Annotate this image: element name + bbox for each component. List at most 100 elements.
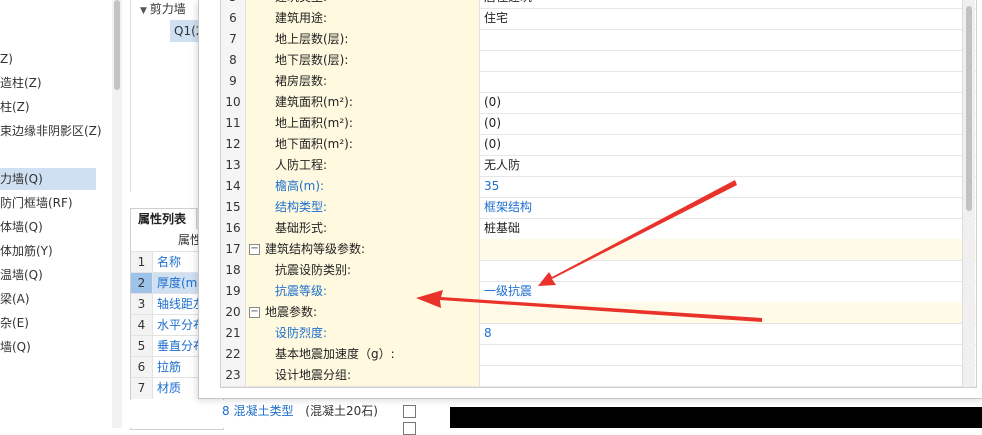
property-value-cell[interactable] — [480, 71, 976, 92]
property-value-cell[interactable] — [480, 29, 976, 50]
row-number: 16 — [221, 218, 246, 239]
property-value-cell[interactable]: (0) — [480, 92, 976, 113]
property-name-cell: 地上面积(m²): — [246, 113, 480, 134]
grid-row[interactable]: 6 建筑用途: 住宅 — [221, 8, 976, 30]
grid-row[interactable]: 11 地上面积(m²): (0) — [221, 113, 976, 135]
property-value-cell[interactable]: 35 — [480, 176, 976, 197]
property-row-number: 7 — [131, 378, 153, 399]
grid-row[interactable]: 21 设防烈度: 8 — [221, 323, 976, 345]
row-number: 13 — [221, 155, 246, 176]
component-list-item[interactable]: 温墙(Q) — [0, 264, 43, 286]
scroll-thumb[interactable] — [966, 6, 972, 211]
property-name-label: 建筑结构等级参数: — [265, 242, 366, 256]
property-name-cell: 设防烈度: — [246, 323, 480, 344]
property-name-label: 地下面积(m²): — [275, 137, 353, 151]
property-name-label: 抗震等级: — [275, 284, 328, 298]
property-row-number: 5 — [131, 336, 153, 357]
component-list-item[interactable]: Z) — [0, 48, 13, 70]
tab-property-list[interactable]: 属性列表 — [131, 209, 197, 229]
grid-row[interactable]: 18 抗震设防类别: — [221, 260, 976, 282]
component-list-item[interactable]: 造柱(Z) — [0, 72, 42, 94]
component-list-item[interactable]: 力墙(Q) — [0, 168, 96, 190]
property-value-cell[interactable] — [480, 50, 976, 71]
property-name-label: 设计地震分组: — [275, 368, 352, 382]
checkbox[interactable] — [403, 422, 416, 435]
property-name-cell: 地上层数(层): — [246, 29, 480, 50]
collapse-triangle-icon[interactable]: ▼ — [140, 6, 150, 16]
property-row-name: 拉筋 — [157, 360, 182, 374]
grid-row[interactable]: 15 结构类型: 框架结构 — [221, 197, 976, 219]
property-row-name: 名称 — [157, 255, 182, 269]
property-name-label: 地震参数: — [265, 305, 318, 319]
property-value-cell[interactable] — [480, 302, 976, 323]
component-list-item[interactable]: 束边缘非阴影区(Z) — [0, 120, 102, 142]
component-list-item[interactable]: 柱(Z) — [0, 96, 30, 118]
component-list-item[interactable]: 墙(Q) — [0, 336, 31, 358]
property-value-cell[interactable] — [480, 239, 976, 260]
property-value-cell[interactable] — [480, 365, 976, 386]
property-value-cell[interactable]: 8 — [480, 323, 976, 344]
property-name-cell: 设计地震分组: — [246, 365, 480, 386]
grid-row[interactable]: 10 建筑面积(m²): (0) — [221, 92, 976, 114]
property-name-label: 基本地震加速度（g）: — [275, 347, 395, 361]
grid-row[interactable]: 9 裙房层数: — [221, 71, 976, 93]
property-row-8-value: (混凝土20石) — [305, 404, 378, 418]
grid-row[interactable]: 19 抗震等级: 一级抗震 — [221, 281, 976, 303]
grid-row[interactable]: 22 基本地震加速度（g）: — [221, 344, 976, 366]
property-name-label: 地下层数(层): — [275, 53, 349, 67]
collapse-toggle-icon[interactable]: − — [249, 307, 260, 318]
property-value-cell[interactable]: 桩基础 — [480, 218, 976, 239]
row-number: 10 — [221, 92, 246, 113]
grid-row[interactable]: 7 地上层数(层): — [221, 29, 976, 51]
row-number: 19 — [221, 281, 246, 302]
grid-row[interactable]: 23 设计地震分组: — [221, 365, 976, 387]
property-name-cell: 地下层数(层): — [246, 50, 480, 71]
property-value-cell[interactable]: (0) — [480, 113, 976, 134]
property-name-label: 抗震设防类别: — [275, 263, 352, 277]
property-row-number: 6 — [131, 357, 153, 378]
property-value-cell[interactable]: 居住建筑 — [480, 0, 976, 8]
property-name-label: 建筑面积(m²): — [275, 95, 353, 109]
component-list-item[interactable]: 防门框墙(RF) — [0, 192, 73, 214]
grid-row[interactable]: 8 地下层数(层): — [221, 50, 976, 72]
property-value-cell[interactable]: 框架结构 — [480, 197, 976, 218]
property-value-cell[interactable] — [480, 260, 976, 281]
grid-row[interactable]: 12 地下面积(m²): (0) — [221, 134, 976, 156]
property-value-cell[interactable]: 无人防 — [480, 155, 976, 176]
black-canvas-area — [450, 407, 982, 428]
row-number: 12 — [221, 134, 246, 155]
property-name-label: 裙房层数: — [275, 74, 328, 88]
project-info-grid: 5 建筑类型: 居住建筑 6 建筑用途: 住宅 7 地上层数(层): 8 地下层数(层): 9 裙房层… — [220, 0, 977, 388]
grid-group-row[interactable]: 17− 建筑结构等级参数: — [221, 239, 976, 261]
row-number: 11 — [221, 113, 246, 134]
grid-row[interactable]: 14 檐高(m): 35 — [221, 176, 976, 198]
component-list-item[interactable]: 梁(A) — [0, 288, 30, 310]
property-name-cell: 建筑面积(m²): — [246, 92, 480, 113]
component-list-item[interactable]: 体墙(Q) — [0, 216, 43, 238]
row-number: 9 — [221, 71, 246, 92]
property-name-cell: − 建筑结构等级参数: — [246, 239, 480, 260]
property-name-cell: 檐高(m): — [246, 176, 480, 197]
property-row-number: 2 — [131, 273, 153, 294]
row-number: 22 — [221, 344, 246, 365]
grid-group-row[interactable]: 20− 地震参数: — [221, 302, 976, 324]
grid-row[interactable]: 16 基础形式: 桩基础 — [221, 218, 976, 240]
property-row-number: 3 — [131, 294, 153, 315]
component-list-item[interactable]: 体加筋(Y) — [0, 240, 53, 262]
property-name-cell: 建筑用途: — [246, 8, 480, 29]
component-list-scrollbar[interactable] — [112, 0, 122, 428]
grid-scrollbar[interactable] — [962, 0, 975, 387]
property-row-8-label: 8 混凝土类型 — [222, 404, 294, 418]
row-number: 17 — [221, 239, 246, 260]
scroll-thumb[interactable] — [114, 0, 120, 90]
property-value-cell[interactable]: 住宅 — [480, 8, 976, 29]
property-value-cell[interactable]: (0) — [480, 134, 976, 155]
grid-row[interactable]: 13 人防工程: 无人防 — [221, 155, 976, 177]
property-value-cell[interactable]: 一级抗震 — [480, 281, 976, 302]
component-list-item[interactable]: 杂(E) — [0, 312, 29, 334]
checkbox[interactable] — [403, 405, 416, 418]
tree-node-shear-wall[interactable]: ▼ 剪力墙 — [140, 0, 186, 18]
row-number: 15 — [221, 197, 246, 218]
collapse-toggle-icon[interactable]: − — [249, 244, 260, 255]
property-value-cell[interactable] — [480, 344, 976, 365]
